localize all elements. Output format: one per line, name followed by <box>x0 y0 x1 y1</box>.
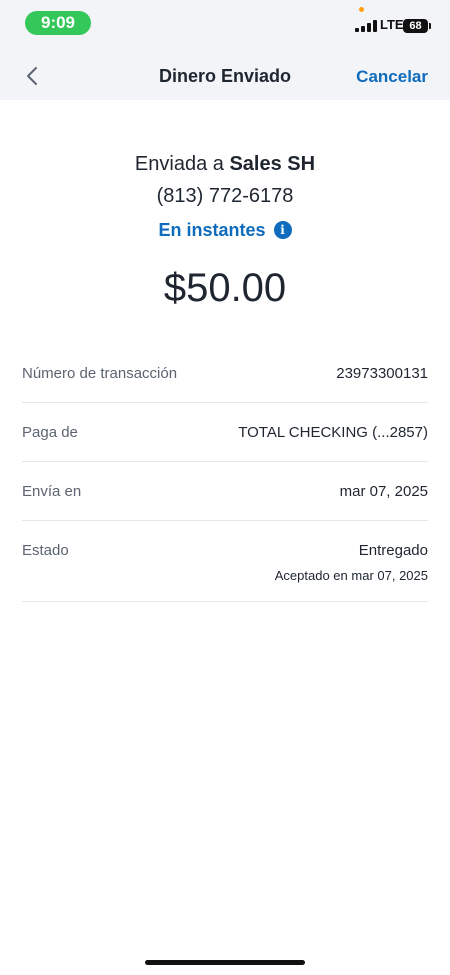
network-type: LTE <box>380 17 404 32</box>
detail-row-send-date: Envía en mar 07, 2025 <box>22 462 428 521</box>
delivery-speed-label: En instantes <box>158 220 266 240</box>
detail-label: Estado <box>22 542 69 559</box>
delivery-speed: En instantes i <box>0 216 450 244</box>
privacy-indicator-dot <box>359 7 364 12</box>
battery-cap <box>429 23 431 29</box>
cancel-button[interactable]: Cancelar <box>356 67 428 87</box>
status-time: 9:09 <box>25 11 91 35</box>
detail-row-transaction-number: Número de transacción 23973300131 <box>22 345 428 403</box>
status-value: Entregado <box>358 542 428 559</box>
status-bar: 9:09 LTE 68 <box>0 0 450 44</box>
navigation-bar: Dinero Enviado Cancelar <box>0 52 450 100</box>
recipient-name: Sales SH <box>229 153 316 175</box>
detail-row-pay-from: Paga de TOTAL CHECKING (...2857) <box>22 403 428 462</box>
cellular-signal-icon <box>355 20 377 32</box>
battery-icon: 68 <box>403 19 428 33</box>
home-indicator[interactable] <box>145 960 305 965</box>
detail-label: Envía en <box>22 483 82 500</box>
transfer-summary: Enviada a Sales SH (813) 772-6178 En ins… <box>0 150 450 314</box>
header: 9:09 LTE 68 Dinero Enviado Cancelar <box>0 0 450 100</box>
recipient-phone: (813) 772-6178 <box>156 185 294 207</box>
detail-value: mar 07, 2025 <box>339 483 428 500</box>
screen: 9:09 LTE 68 Dinero Enviado Cancelar Envi… <box>0 0 450 975</box>
detail-value: TOTAL CHECKING (...2857) <box>238 424 428 441</box>
amount: $50.00 <box>163 266 287 310</box>
detail-value: 23973300131 <box>336 365 428 382</box>
transaction-details: Número de transacción 23973300131 Paga d… <box>22 345 428 602</box>
detail-label: Número de transacción <box>22 365 178 382</box>
info-icon[interactable]: i <box>273 221 292 239</box>
sent-prefix: Enviada a <box>134 153 224 175</box>
status-subtext: Aceptado en mar 07, 2025 <box>274 568 428 583</box>
detail-row-status: Estado Entregado Aceptado en mar 07, 202… <box>22 521 428 602</box>
recipient-line: Enviada a Sales SH <box>0 150 450 178</box>
detail-label: Paga de <box>22 424 78 441</box>
